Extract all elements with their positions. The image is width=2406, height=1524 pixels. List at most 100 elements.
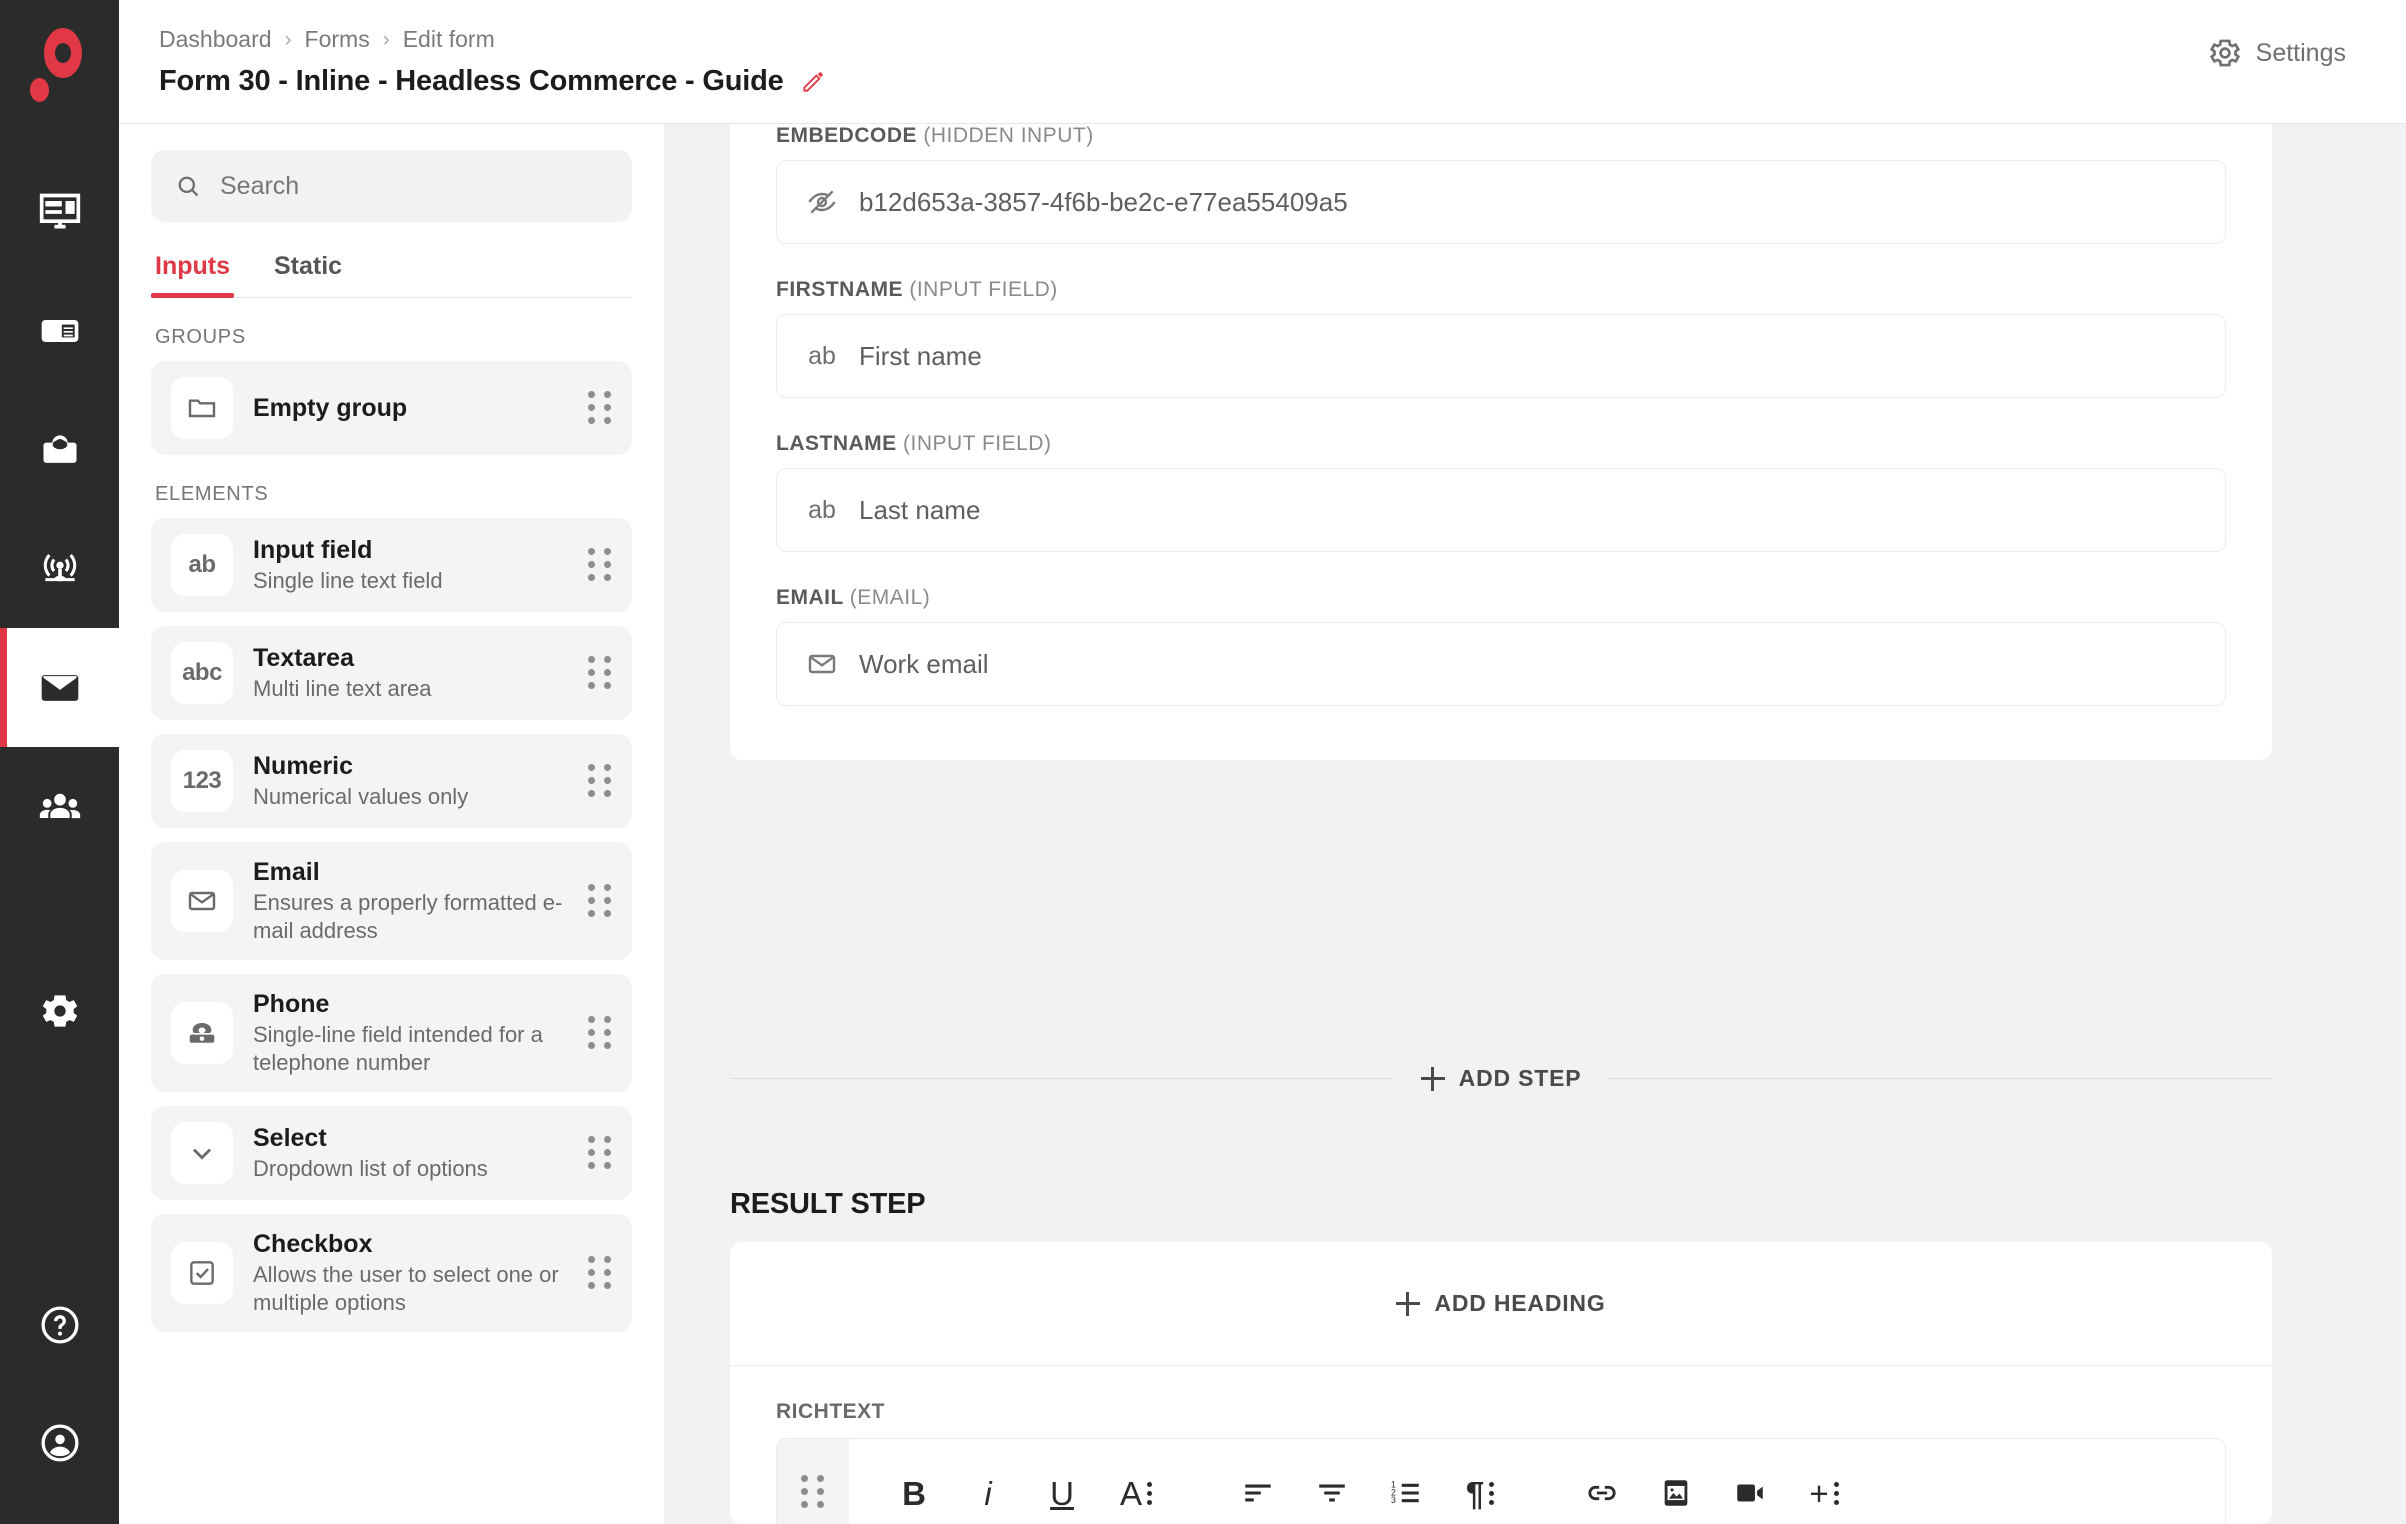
field-icon: ab [805, 496, 839, 525]
chevron-menu-icon [1833, 1481, 1839, 1505]
form-field-embedcode: EMBEDCODE (HIDDEN INPUT) b12d653a-3857-4… [776, 124, 2226, 244]
tab-static[interactable]: Static [270, 252, 346, 297]
help-circle-icon [40, 1306, 79, 1344]
drag-handle-icon[interactable] [588, 884, 612, 918]
paragraph-icon: ¶ [1465, 1474, 1485, 1512]
app-logo [29, 26, 90, 106]
element-thumb [171, 1242, 233, 1304]
breadcrumb: Dashboard › Forms › Edit form [159, 26, 826, 53]
field-kind: (HIDDEN INPUT) [923, 124, 1094, 147]
settings-label: Settings [2255, 38, 2346, 67]
element-item-numeric[interactable]: 123 Numeric Numerical values only [151, 734, 632, 828]
header-left: Dashboard › Forms › Edit form Form 30 - … [159, 26, 826, 98]
element-item-input-field[interactable]: ab Input field Single line text field [151, 518, 632, 612]
element-item-checkbox[interactable]: Checkbox Allows the user to select one o… [151, 1214, 632, 1332]
rail-item-forms[interactable] [0, 628, 119, 747]
plus-icon [1396, 1291, 1421, 1316]
logo-dot [29, 78, 49, 102]
field-box[interactable]: Work email [776, 622, 2226, 706]
edit-pencil-icon[interactable] [800, 69, 826, 95]
field-box[interactable]: b12d653a-3857-4f6b-be2c-e77ea55409a5 [776, 160, 2226, 244]
video-button[interactable] [1713, 1465, 1787, 1521]
element-thumb [171, 377, 233, 439]
field-kind: (INPUT FIELD) [909, 278, 1058, 301]
align-left-icon [1245, 1484, 1271, 1502]
underline-icon: U [1050, 1474, 1074, 1512]
font-color-button[interactable]: A [1099, 1465, 1173, 1521]
element-thumb: 123 [171, 750, 233, 812]
add-heading-button[interactable]: ADD HEADING [730, 1242, 2272, 1366]
group-item-empty-group[interactable]: Empty group [151, 361, 632, 455]
rail-item-commerce[interactable] [0, 390, 119, 509]
breadcrumb-item-edit-form[interactable]: Edit form [403, 26, 495, 53]
settings-button[interactable]: Settings [2208, 36, 2346, 70]
abc-icon: abc [182, 659, 222, 686]
form-step-card: EMBEDCODE (HIDDEN INPUT) b12d653a-3857-4… [730, 124, 2272, 760]
image-button[interactable] [1639, 1465, 1713, 1521]
element-item-title: Input field [253, 535, 373, 564]
element-item-body: Numeric Numerical values only [253, 752, 568, 811]
drag-handle-icon[interactable] [588, 548, 612, 582]
element-item-select[interactable]: Select Dropdown list of options [151, 1106, 632, 1200]
drag-handle-icon[interactable] [588, 1256, 612, 1290]
drag-handle-icon[interactable] [588, 1016, 612, 1050]
field-label: EMBEDCODE (HIDDEN INPUT) [776, 124, 2226, 148]
drag-handle-icon[interactable] [801, 1475, 825, 1509]
rail-item-dashboard[interactable] [0, 152, 119, 271]
richtext-drag-handle[interactable] [777, 1439, 849, 1524]
link-button[interactable] [1565, 1465, 1639, 1521]
search-input[interactable]: Search [151, 150, 632, 222]
search-placeholder: Search [220, 171, 300, 200]
envelope-icon [188, 891, 216, 911]
element-item-title: Textarea [253, 643, 354, 672]
rail-item-contacts[interactable] [0, 747, 119, 866]
drag-handle-icon[interactable] [588, 391, 612, 425]
breadcrumb-item-forms[interactable]: Forms [305, 26, 370, 53]
search-icon [178, 176, 199, 196]
bold-button[interactable]: B [877, 1465, 951, 1521]
rail-item-account[interactable] [0, 1384, 119, 1502]
tab-inputs[interactable]: Inputs [151, 252, 234, 298]
underline-button[interactable]: U [1025, 1465, 1099, 1521]
group-item-title: Empty group [253, 393, 408, 422]
rail-item-list [0, 152, 119, 866]
numbered-list-button[interactable]: 123 [1369, 1465, 1443, 1521]
italic-button[interactable]: i [951, 1465, 1025, 1521]
rail-item-help[interactable] [0, 1266, 119, 1384]
group-item-body: Empty group [253, 394, 568, 423]
add-step-button[interactable]: ADD STEP [1420, 1065, 1582, 1092]
paragraph-button[interactable]: ¶ [1443, 1465, 1517, 1521]
drag-handle-icon[interactable] [588, 656, 612, 690]
checkbox-icon [190, 1261, 214, 1285]
element-item-phone[interactable]: Phone Single-line field intended for a t… [151, 974, 632, 1092]
card-list-icon [41, 319, 78, 342]
drag-handle-icon[interactable] [588, 764, 612, 798]
divider-left [730, 1078, 1393, 1079]
align-center-button[interactable] [1295, 1465, 1369, 1521]
drag-handle-icon[interactable] [588, 1136, 612, 1170]
element-item-title: Checkbox [253, 1230, 373, 1258]
rail-item-settings[interactable] [0, 966, 119, 1056]
element-item-subtitle: Numerical values only [253, 783, 469, 809]
rail-item-pages[interactable] [0, 271, 119, 390]
field-box[interactable]: ab Last name [776, 468, 2226, 552]
element-thumb [171, 1122, 233, 1184]
element-item-email[interactable]: Email Ensures a properly formatted e-mai… [151, 842, 632, 960]
align-left-button[interactable] [1221, 1465, 1295, 1521]
richtext-editor: B i U A 1 2 3 ¶ + [776, 1438, 2226, 1524]
element-item-textarea[interactable]: abc Textarea Multi line text area [151, 626, 632, 720]
add-block-button[interactable]: + [1787, 1465, 1861, 1521]
account-circle-icon [40, 1424, 79, 1462]
field-box[interactable]: ab First name [776, 314, 2226, 398]
field-value: First name [859, 340, 982, 371]
field-label-text: FIRSTNAME [776, 278, 903, 301]
svg-text:3: 3 [1391, 1495, 1396, 1505]
numbered-list-icon: 123 [1391, 1480, 1419, 1505]
page-title: Form 30 - Inline - Headless Commerce - G… [159, 65, 784, 97]
element-item-title: Phone [253, 990, 330, 1018]
field-label: FIRSTNAME (INPUT FIELD) [776, 278, 2226, 302]
rail-item-broadcast[interactable] [0, 509, 119, 628]
breadcrumb-separator: › [382, 27, 390, 51]
breadcrumb-item-dashboard[interactable]: Dashboard [159, 26, 272, 53]
ab-icon: ab [188, 551, 216, 578]
